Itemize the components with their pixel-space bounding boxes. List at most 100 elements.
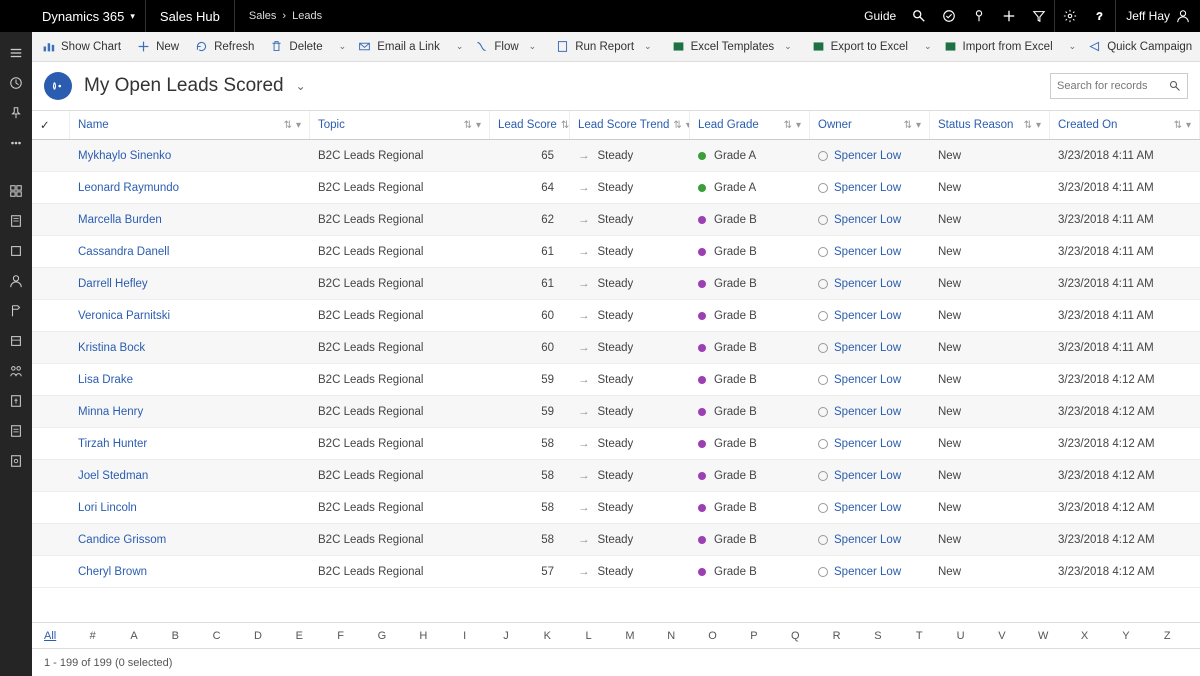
email-link-button[interactable]: Email a Link: [350, 32, 448, 61]
lead-name-link[interactable]: Darrell Hefley: [70, 278, 310, 290]
table-row[interactable]: Minna HenryB2C Leads Regional59→SteadyGr…: [32, 396, 1200, 428]
sort-icon[interactable]: ⇅: [464, 120, 472, 131]
alpha-W[interactable]: W: [1023, 630, 1064, 642]
table-row[interactable]: Marcella BurdenB2C Leads Regional62→Stea…: [32, 204, 1200, 236]
lead-owner[interactable]: Spencer Low: [810, 566, 930, 578]
alpha-Q[interactable]: Q: [775, 630, 816, 642]
alpha-all[interactable]: All: [44, 630, 72, 642]
search-input[interactable]: Search for records: [1050, 73, 1188, 99]
alpha-V[interactable]: V: [981, 630, 1022, 642]
alpha-T[interactable]: T: [899, 630, 940, 642]
sort-icon[interactable]: ⇅: [561, 120, 569, 131]
table-row[interactable]: Cheryl BrownB2C Leads Regional57→SteadyG…: [32, 556, 1200, 588]
alpha-Z[interactable]: Z: [1147, 630, 1188, 642]
lead-owner[interactable]: Spencer Low: [810, 470, 930, 482]
lead-owner[interactable]: Spencer Low: [810, 246, 930, 258]
import-split-chevron[interactable]: ⌄: [1065, 41, 1081, 52]
nav-leads-icon[interactable]: [0, 296, 32, 326]
alpha-L[interactable]: L: [568, 630, 609, 642]
sort-icon[interactable]: ⇅: [904, 120, 912, 131]
nav-orders-icon[interactable]: [0, 416, 32, 446]
table-row[interactable]: Lisa DrakeB2C Leads Regional59→SteadyGra…: [32, 364, 1200, 396]
lead-name-link[interactable]: Candice Grissom: [70, 534, 310, 546]
alpha-#[interactable]: #: [72, 630, 113, 642]
lead-name-link[interactable]: Kristina Bock: [70, 342, 310, 354]
user-menu[interactable]: Jeff Hay: [1116, 9, 1200, 23]
alpha-D[interactable]: D: [237, 630, 278, 642]
alpha-P[interactable]: P: [733, 630, 774, 642]
filter-icon[interactable]: [1024, 0, 1054, 32]
lead-name-link[interactable]: Marcella Burden: [70, 214, 310, 226]
import-excel-button[interactable]: Import from Excel: [936, 32, 1061, 61]
crumb-sales[interactable]: Sales: [249, 10, 277, 22]
add-icon[interactable]: [994, 0, 1024, 32]
select-all-checkbox[interactable]: ✓: [32, 111, 70, 139]
export-split-chevron[interactable]: ⌄: [920, 41, 936, 52]
nav-accounts-icon[interactable]: [0, 236, 32, 266]
flow-button[interactable]: Flow⌄: [467, 32, 548, 61]
settings-icon[interactable]: [1055, 0, 1085, 32]
alpha-C[interactable]: C: [196, 630, 237, 642]
sort-icon[interactable]: ⇅: [284, 120, 292, 131]
col-score[interactable]: Lead Score⇅▾: [490, 111, 570, 139]
col-topic[interactable]: Topic⇅▾: [310, 111, 490, 139]
show-chart-button[interactable]: Show Chart: [34, 32, 129, 61]
filter-icon[interactable]: ▾: [476, 120, 481, 131]
excel-templates-button[interactable]: Excel Templates⌄: [664, 32, 804, 61]
col-trend[interactable]: Lead Score Trend⇅▾: [570, 111, 690, 139]
alpha-X[interactable]: X: [1064, 630, 1105, 642]
col-created[interactable]: Created On⇅▾: [1050, 111, 1200, 139]
alpha-R[interactable]: R: [816, 630, 857, 642]
lead-name-link[interactable]: Lisa Drake: [70, 374, 310, 386]
table-row[interactable]: Cassandra DanellB2C Leads Regional61→Ste…: [32, 236, 1200, 268]
nav-competitors-icon[interactable]: [0, 356, 32, 386]
lead-owner[interactable]: Spencer Low: [810, 406, 930, 418]
nav-activities-icon[interactable]: [0, 206, 32, 236]
sort-icon[interactable]: ⇅: [1024, 120, 1032, 131]
quick-campaign-button[interactable]: Quick Campaign⌄: [1080, 32, 1200, 61]
alpha-I[interactable]: I: [444, 630, 485, 642]
sort-icon[interactable]: ⇅: [784, 120, 792, 131]
alpha-B[interactable]: B: [155, 630, 196, 642]
filter-icon[interactable]: ▾: [296, 120, 301, 131]
alpha-K[interactable]: K: [527, 630, 568, 642]
nav-contacts-icon[interactable]: [0, 266, 32, 296]
lead-owner[interactable]: Spencer Low: [810, 150, 930, 162]
lead-name-link[interactable]: Lori Lincoln: [70, 502, 310, 514]
table-row[interactable]: Veronica ParnitskiB2C Leads Regional60→S…: [32, 300, 1200, 332]
nav-quotes-icon[interactable]: [0, 386, 32, 416]
lead-owner[interactable]: Spencer Low: [810, 438, 930, 450]
table-row[interactable]: Joel StedmanB2C Leads Regional58→SteadyG…: [32, 460, 1200, 492]
lead-owner[interactable]: Spencer Low: [810, 502, 930, 514]
nav-menu-icon[interactable]: [0, 38, 32, 68]
filter-icon[interactable]: ▾: [916, 120, 921, 131]
delete-button[interactable]: Delete: [262, 32, 330, 61]
hub-name[interactable]: Sales Hub: [146, 9, 234, 24]
sort-icon[interactable]: ⇅: [1174, 120, 1182, 131]
nav-recent-icon[interactable]: [0, 68, 32, 98]
table-row[interactable]: Tirzah HunterB2C Leads Regional58→Steady…: [32, 428, 1200, 460]
lead-owner[interactable]: Spencer Low: [810, 374, 930, 386]
col-name[interactable]: Name⇅▾: [70, 111, 310, 139]
filter-icon[interactable]: ▾: [1186, 120, 1191, 131]
table-row[interactable]: Lori LincolnB2C Leads Regional58→SteadyG…: [32, 492, 1200, 524]
brand-dropdown[interactable]: Dynamics 365 ▾: [32, 9, 145, 24]
sort-icon[interactable]: ⇅: [673, 120, 681, 131]
alpha-N[interactable]: N: [651, 630, 692, 642]
search-icon[interactable]: [904, 0, 934, 32]
alpha-G[interactable]: G: [361, 630, 402, 642]
alpha-A[interactable]: A: [113, 630, 154, 642]
col-grade[interactable]: Lead Grade⇅▾: [690, 111, 810, 139]
lead-name-link[interactable]: Cassandra Danell: [70, 246, 310, 258]
new-button[interactable]: New: [129, 32, 187, 61]
lead-name-link[interactable]: Mykhaylo Sinenko: [70, 150, 310, 162]
lead-name-link[interactable]: Cheryl Brown: [70, 566, 310, 578]
help-icon[interactable]: ?: [1085, 0, 1115, 32]
lead-owner[interactable]: Spencer Low: [810, 534, 930, 546]
nav-opportunities-icon[interactable]: [0, 326, 32, 356]
task-icon[interactable]: [934, 0, 964, 32]
lead-owner[interactable]: Spencer Low: [810, 214, 930, 226]
delete-split-chevron[interactable]: ⌄: [335, 41, 351, 52]
col-status[interactable]: Status Reason⇅▾: [930, 111, 1050, 139]
assistant-icon[interactable]: [964, 0, 994, 32]
